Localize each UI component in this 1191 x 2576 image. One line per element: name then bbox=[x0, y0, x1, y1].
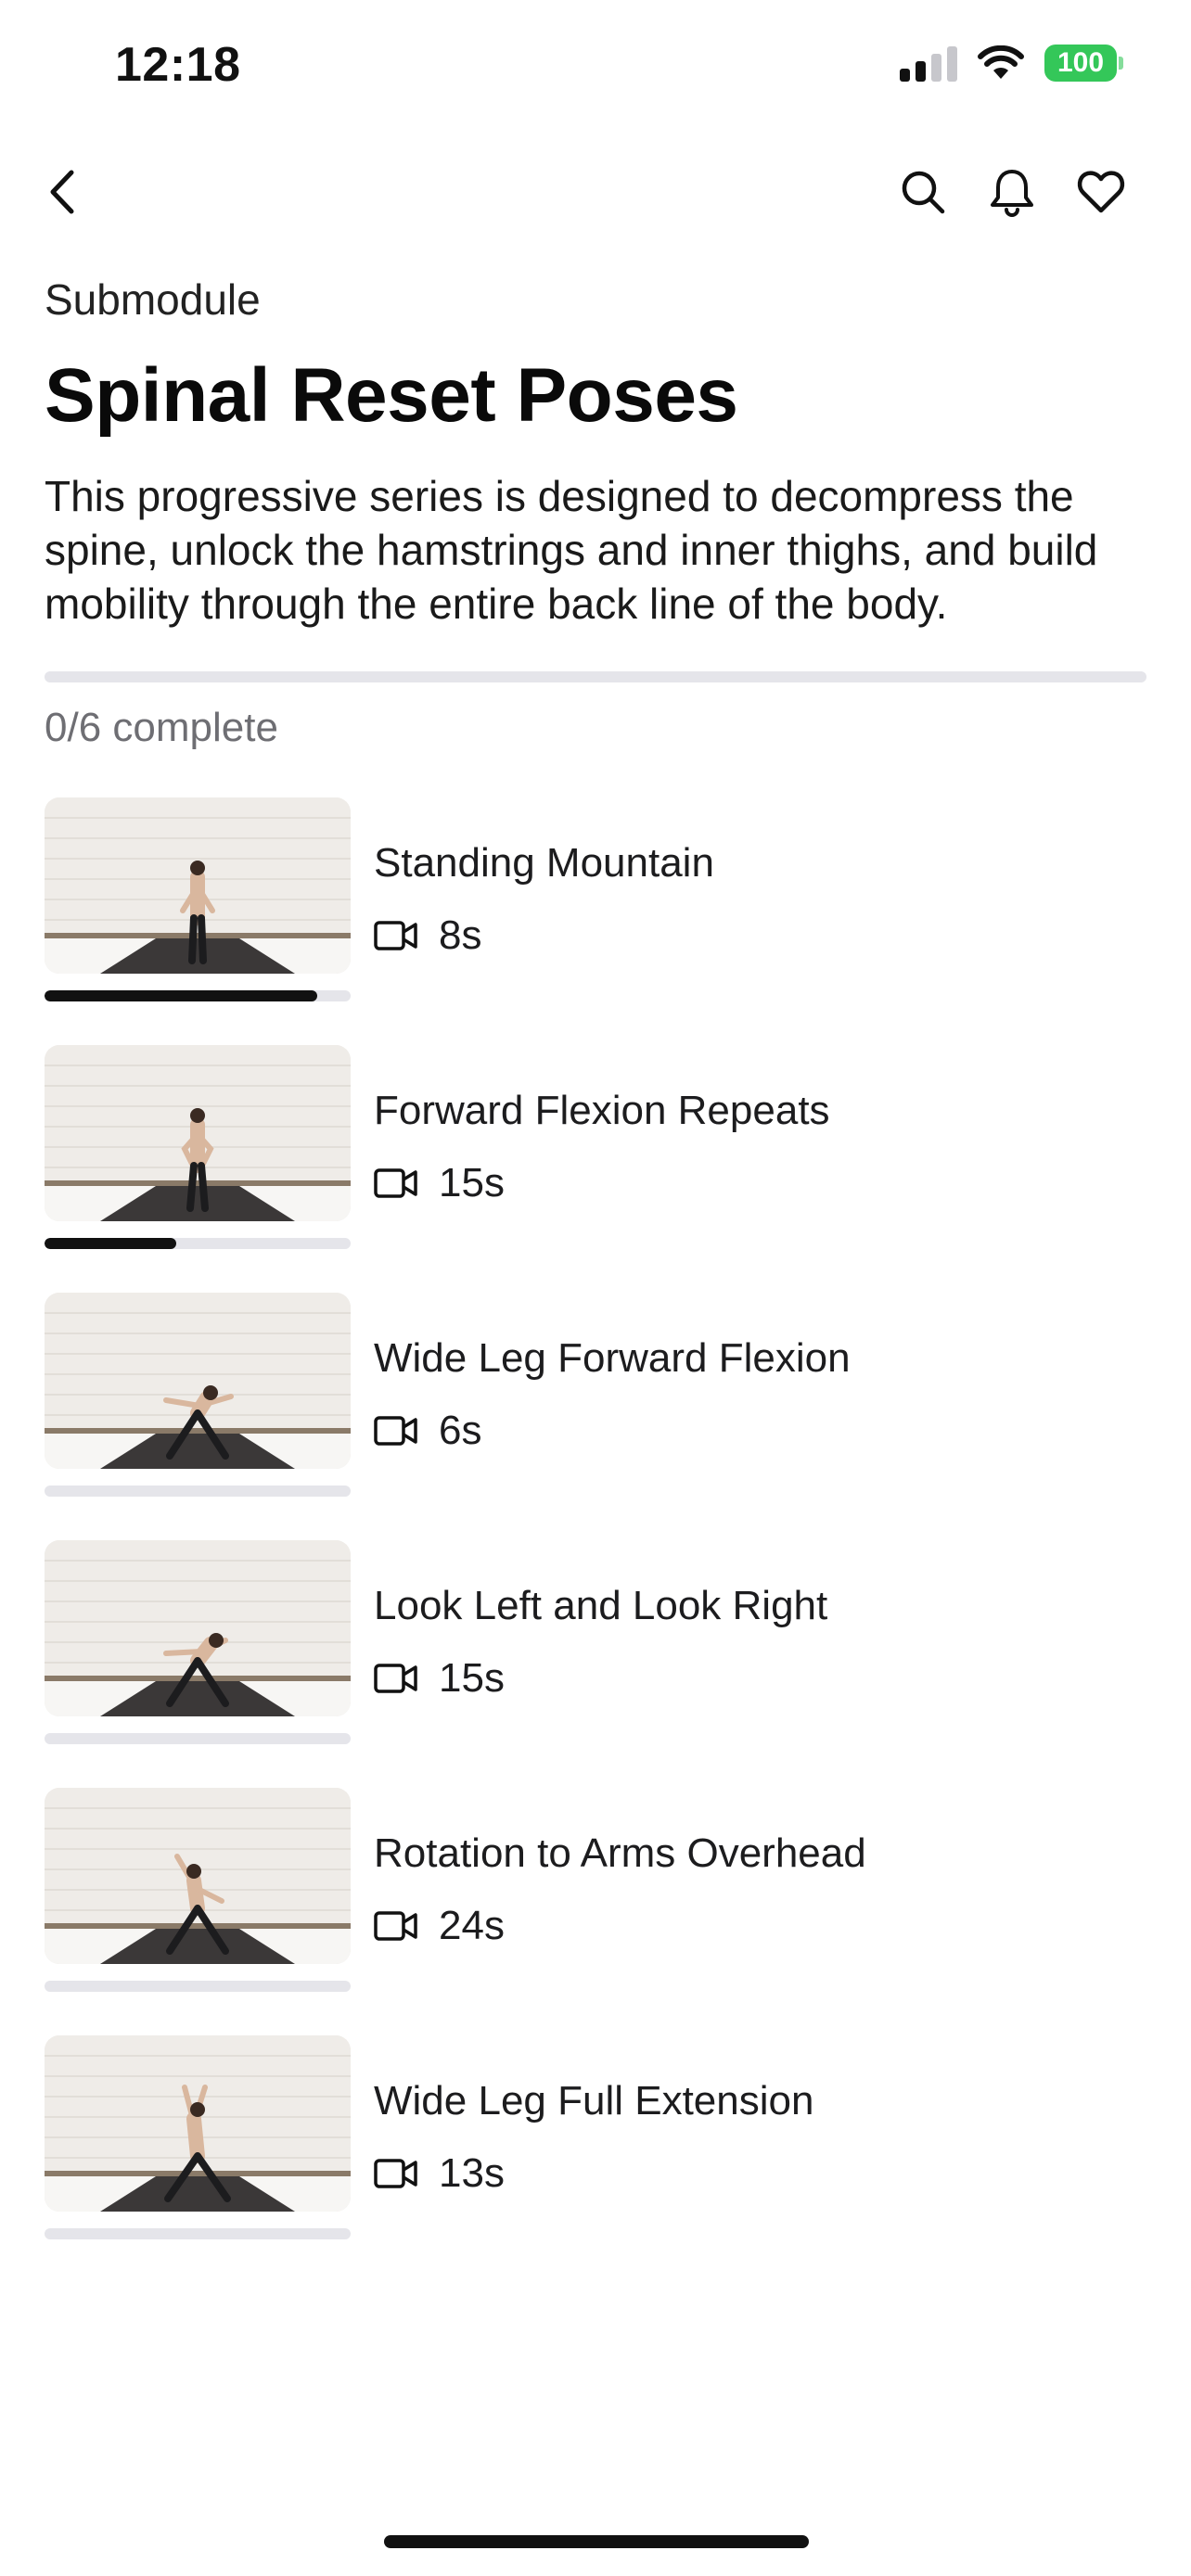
notifications-button[interactable] bbox=[978, 158, 1046, 226]
video-camera-icon bbox=[374, 921, 417, 950]
lesson-meta: 13s bbox=[374, 2150, 505, 2197]
lesson-duration: 15s bbox=[439, 1655, 505, 1701]
status-bar: 12:18 100 bbox=[0, 0, 1191, 139]
nav-bar bbox=[0, 158, 1191, 226]
submodule-label: Submodule bbox=[45, 275, 261, 324]
lesson-duration: 6s bbox=[439, 1408, 482, 1453]
video-camera-icon bbox=[374, 2159, 417, 2188]
lesson-progress-bar bbox=[45, 2228, 351, 2239]
lesson-progress-bar bbox=[45, 1981, 351, 1992]
lesson-progress-bar bbox=[45, 1733, 351, 1744]
lesson-thumbnail[interactable] bbox=[45, 1293, 351, 1469]
lesson-row[interactable]: Wide Leg Forward Flexion 6s bbox=[45, 1293, 1146, 1540]
wifi-icon bbox=[978, 45, 1024, 79]
bell-icon bbox=[991, 170, 1033, 217]
lesson-row[interactable]: Forward Flexion Repeats 15s bbox=[45, 1045, 1146, 1293]
lesson-progress-fill bbox=[45, 990, 317, 1001]
lesson-thumbnail[interactable] bbox=[45, 1788, 351, 1964]
lesson-meta: 24s bbox=[374, 1903, 505, 1949]
lesson-progress-bar bbox=[45, 1238, 351, 1249]
battery-icon: 100 bbox=[1044, 45, 1123, 82]
lesson-row[interactable]: Wide Leg Full Extension 13s bbox=[45, 2035, 1146, 2283]
chevron-left-icon bbox=[50, 170, 74, 214]
lesson-thumbnail[interactable] bbox=[45, 797, 351, 974]
page-title: Spinal Reset Poses bbox=[45, 353, 738, 438]
heart-icon bbox=[1077, 171, 1125, 213]
lesson-progress-bar bbox=[45, 1486, 351, 1497]
lesson-row[interactable]: Rotation to Arms Overhead 24s bbox=[45, 1788, 1146, 2035]
page-description: This progressive series is designed to d… bbox=[45, 472, 1098, 628]
lesson-progress-fill bbox=[45, 1238, 176, 1249]
lesson-thumbnail[interactable] bbox=[45, 1540, 351, 1716]
lesson-title: Look Left and Look Right bbox=[374, 1583, 828, 1628]
status-indicators: 100 bbox=[900, 45, 1123, 82]
completion-count: 0/6 complete bbox=[45, 705, 278, 750]
home-indicator[interactable] bbox=[384, 2535, 809, 2548]
lesson-title: Forward Flexion Repeats bbox=[374, 1088, 830, 1133]
battery-level: 100 bbox=[1057, 47, 1105, 78]
back-button[interactable] bbox=[28, 158, 96, 226]
lesson-list: Standing Mountain 8s Forward Flexion Rep… bbox=[45, 797, 1146, 2283]
video-camera-icon bbox=[374, 1664, 417, 1693]
lesson-title: Standing Mountain bbox=[374, 840, 714, 886]
overall-progress-bar bbox=[45, 671, 1146, 682]
lesson-title: Wide Leg Forward Flexion bbox=[374, 1335, 851, 1381]
lesson-title: Wide Leg Full Extension bbox=[374, 2078, 814, 2123]
lesson-thumbnail[interactable] bbox=[45, 1045, 351, 1221]
video-camera-icon bbox=[374, 1416, 417, 1446]
cellular-signal-icon bbox=[900, 45, 957, 82]
lesson-meta: 15s bbox=[374, 1160, 505, 1206]
lesson-duration: 15s bbox=[439, 1160, 505, 1205]
lesson-row[interactable]: Look Left and Look Right 15s bbox=[45, 1540, 1146, 1788]
status-time: 12:18 bbox=[115, 38, 241, 92]
lesson-duration: 8s bbox=[439, 912, 482, 958]
lesson-progress-bar bbox=[45, 990, 351, 1001]
lesson-thumbnail[interactable] bbox=[45, 2035, 351, 2212]
lesson-meta: 8s bbox=[374, 912, 481, 959]
favorite-button[interactable] bbox=[1067, 158, 1135, 226]
screen: 12:18 100 Submodule Spinal Reset Poses T… bbox=[0, 0, 1191, 2576]
search-button[interactable] bbox=[889, 158, 957, 226]
lesson-meta: 15s bbox=[374, 1655, 505, 1702]
search-icon bbox=[902, 171, 945, 214]
video-camera-icon bbox=[374, 1911, 417, 1941]
lesson-title: Rotation to Arms Overhead bbox=[374, 1830, 866, 1876]
lesson-duration: 13s bbox=[439, 2150, 505, 2196]
video-camera-icon bbox=[374, 1168, 417, 1198]
lesson-duration: 24s bbox=[439, 1903, 505, 1948]
lesson-meta: 6s bbox=[374, 1408, 481, 1454]
lesson-row[interactable]: Standing Mountain 8s bbox=[45, 797, 1146, 1045]
